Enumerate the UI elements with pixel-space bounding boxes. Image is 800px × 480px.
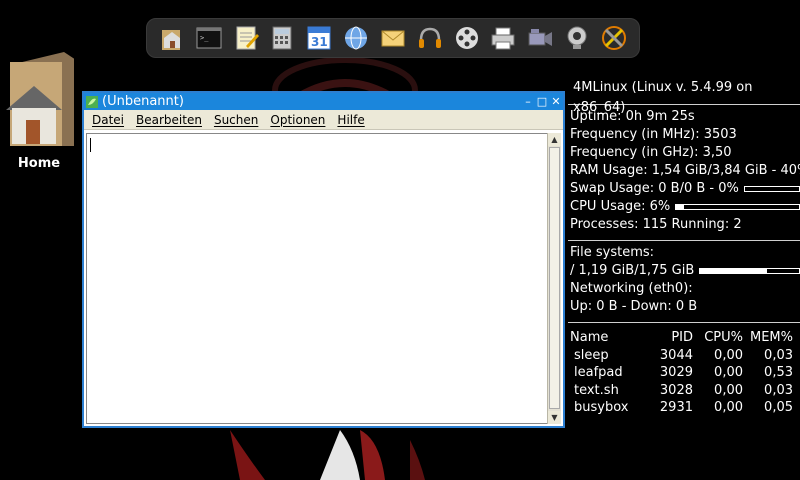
svg-text:31: 31 (311, 35, 328, 49)
filesystem-bar (699, 268, 800, 274)
printer-icon[interactable] (488, 23, 518, 53)
filesystem-usage: / 1,19 GiB/1,75 GiB (570, 263, 695, 278)
menu-bar: Datei Bearbeiten Suchen Optionen Hilfe (84, 110, 563, 130)
proc-cpu: 0,00 (714, 382, 743, 398)
calendar-icon[interactable]: 31 (304, 23, 334, 53)
window-title: (Unbenannt) (102, 94, 184, 109)
cpu-bar (675, 204, 800, 210)
system-title: 4MLinux (Linux v. 5.4.99 on x86_64) (573, 80, 753, 115)
col-cpu-header: CPU% (704, 330, 743, 345)
menu-datei[interactable]: Datei (92, 113, 124, 127)
leafpad-app-icon (86, 95, 98, 108)
desktop-home-label: Home (17, 156, 61, 171)
swap-usage: Swap Usage: 0 B/0 B - 0% (570, 181, 739, 196)
proc-mem: 0,03 (764, 382, 793, 398)
video-camera-icon[interactable] (525, 23, 555, 53)
scroll-down-arrow-icon[interactable]: ▼ (548, 411, 561, 424)
uptime: Uptime: 0h 9m 25s (570, 109, 695, 124)
proc-name: text.sh (574, 382, 619, 398)
processes: Processes: 115 Running: 2 (570, 217, 742, 232)
ram-usage: RAM Usage: 1,54 GiB/3,84 GiB - 40% (570, 163, 800, 178)
vertical-scrollbar[interactable]: ▲ ▼ (547, 133, 561, 424)
close-button[interactable]: ✕ (549, 95, 563, 109)
proc-mem: 0,53 (764, 365, 793, 380)
menu-bearbeiten[interactable]: Bearbeiten (136, 113, 202, 127)
process-table: Name PID CPU% MEM% sleep 3044 0,00 0,03 … (568, 329, 800, 417)
col-name-header: Name (570, 330, 609, 345)
frequency-ghz: Frequency (in GHz): 3,50 (570, 145, 732, 160)
network-traffic: Up: 0 B - Down: 0 B (570, 299, 698, 314)
table-row: leafpad 3029 0,00 0,53 (568, 364, 800, 382)
film-reel-icon[interactable] (452, 23, 482, 53)
proc-cpu: 0,00 (714, 347, 743, 363)
text-editor-window[interactable]: (Unbenannt) – □ ✕ Datei Bearbeiten Suche… (82, 91, 565, 428)
col-mem-header: MEM% (750, 330, 793, 345)
table-row: sleep 3044 0,00 0,03 (568, 347, 800, 365)
minimize-button[interactable]: – (521, 95, 535, 109)
proc-mem: 0,05 (764, 400, 793, 415)
terminal-icon[interactable]: >_ (194, 23, 224, 53)
frequency-mhz: Frequency (in MHz): 3503 (570, 127, 737, 142)
networking-label: Networking (eth0): (570, 281, 693, 296)
svg-text:>_: >_ (200, 34, 209, 42)
text-caret (90, 138, 91, 152)
proc-cpu: 0,00 (714, 400, 743, 415)
proc-name: leafpad (574, 365, 623, 380)
file-systems-label: File systems: (570, 245, 655, 260)
proc-pid: 3044 (659, 347, 693, 363)
text-editor-icon[interactable] (231, 23, 261, 53)
swap-bar (743, 186, 800, 192)
scroll-up-arrow-icon[interactable]: ▲ (548, 133, 561, 146)
desktop-home-shortcut[interactable]: Home (4, 52, 76, 171)
menu-optionen[interactable]: Optionen (270, 113, 325, 127)
proc-name: sleep (574, 347, 609, 363)
text-area[interactable] (86, 133, 549, 424)
proc-mem: 0,03 (764, 347, 793, 363)
proc-pid: 2931 (659, 400, 693, 415)
browser-globe-icon[interactable] (341, 23, 371, 53)
table-row: text.sh 3028 0,00 0,03 (568, 382, 800, 400)
maximize-button[interactable]: □ (535, 95, 549, 109)
mail-icon[interactable] (378, 23, 408, 53)
webcam-icon[interactable] (562, 23, 592, 53)
proc-pid: 3028 (659, 382, 693, 398)
proc-cpu: 0,00 (714, 365, 743, 380)
cpu-usage: CPU Usage: 6% (570, 199, 671, 214)
scroll-thumb[interactable] (549, 147, 560, 409)
calculator-icon[interactable] (267, 23, 297, 53)
divider (568, 322, 800, 323)
tools-icon[interactable] (599, 23, 629, 53)
swap-row: Swap Usage: 0 B/0 B - 0% (568, 180, 800, 198)
home-folder-icon (6, 52, 76, 146)
system-monitor-panel: 4MLinux (Linux v. 5.4.99 on x86_64) Upti… (568, 78, 800, 417)
process-table-header: Name PID CPU% MEM% (568, 329, 800, 347)
cpu-row: CPU Usage: 6% (568, 198, 800, 216)
proc-pid: 3029 (659, 365, 693, 380)
menu-suchen[interactable]: Suchen (214, 113, 258, 127)
menu-hilfe[interactable]: Hilfe (337, 113, 364, 127)
window-titlebar[interactable]: (Unbenannt) – □ ✕ (84, 93, 563, 110)
table-row: busybox 2931 0,00 0,05 (568, 399, 800, 417)
application-dock: >_ 31 (146, 18, 640, 58)
headphones-icon[interactable] (415, 23, 445, 53)
home-folder-icon[interactable] (157, 23, 187, 53)
col-pid-header: PID (671, 330, 693, 345)
fs-row: / 1,19 GiB/1,75 GiB (568, 262, 800, 280)
proc-name: busybox (574, 400, 629, 415)
divider (568, 240, 800, 241)
